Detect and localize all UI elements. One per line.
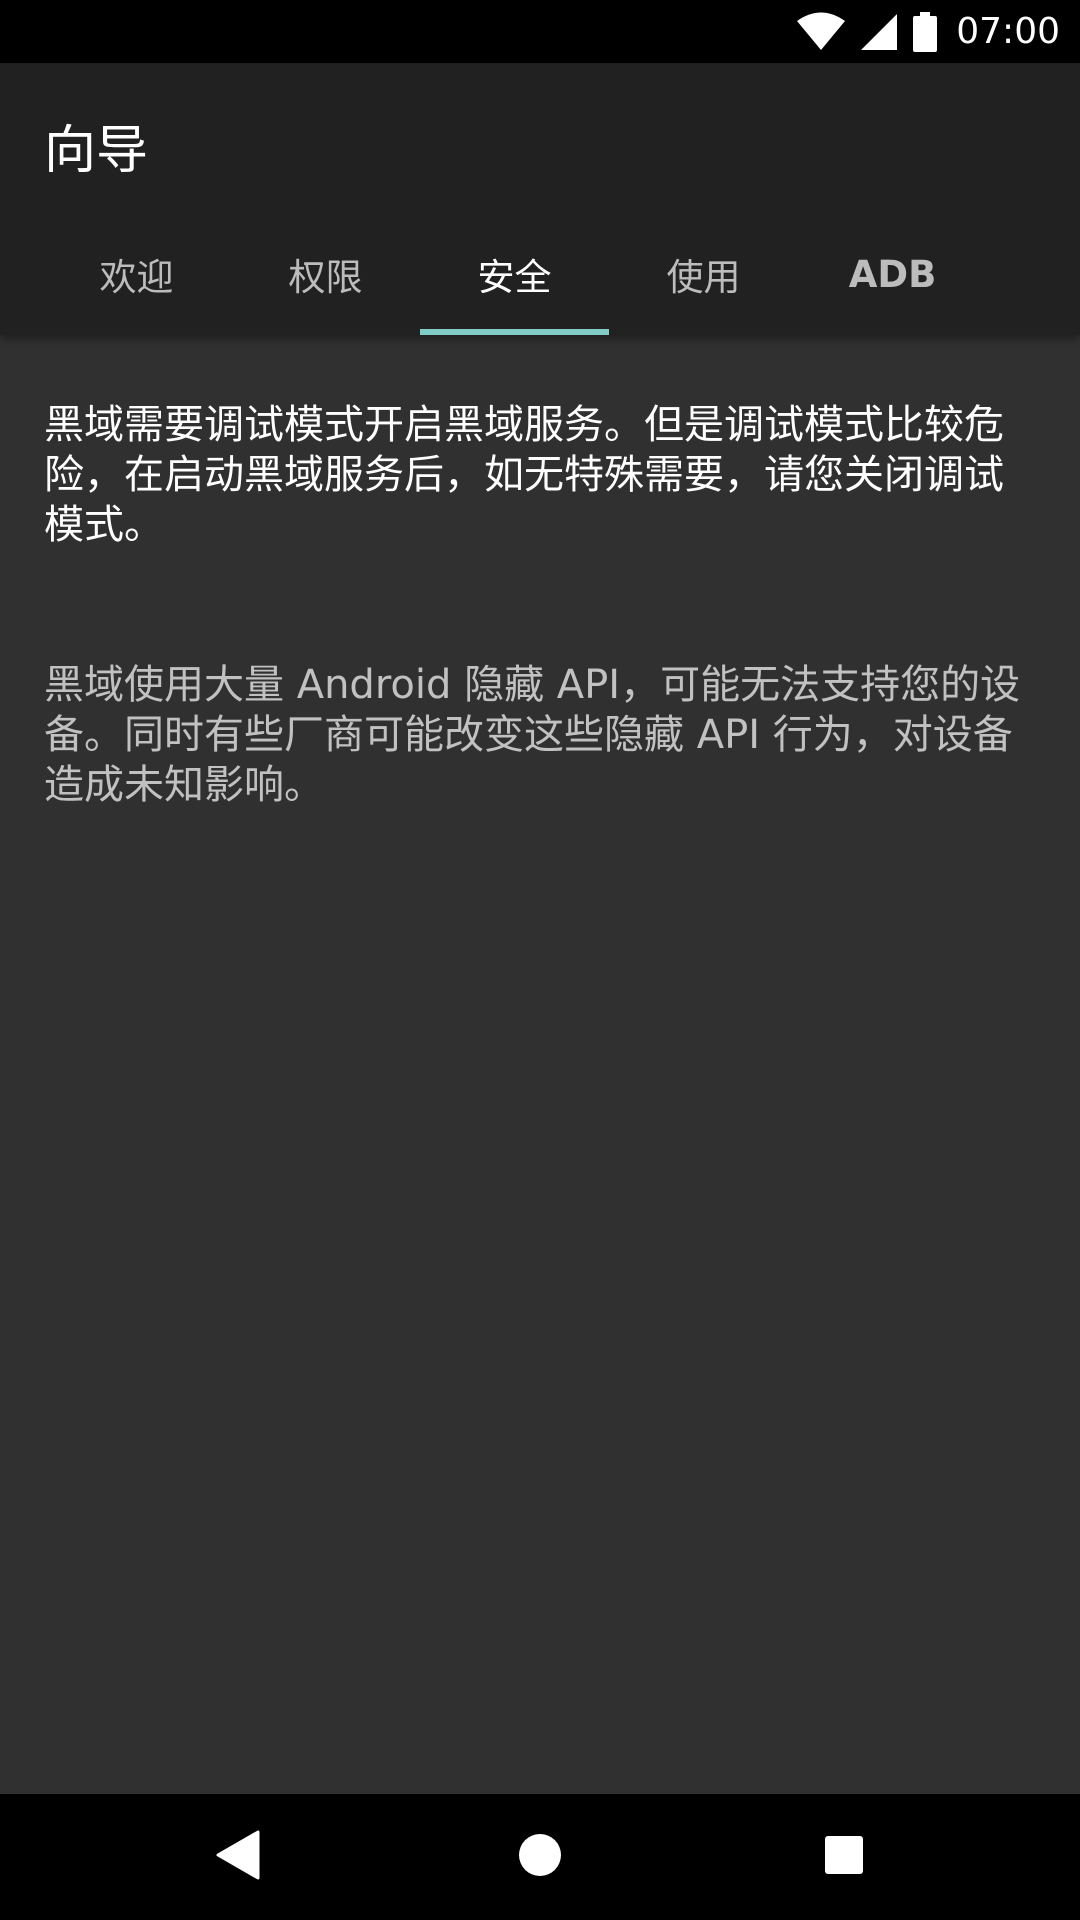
back-icon <box>216 1830 260 1884</box>
status-bar: 07:00 <box>0 0 1080 63</box>
tab-adb[interactable]: ADB <box>798 213 987 335</box>
tab-label: 安全 <box>477 256 552 299</box>
tab-label: 权限 <box>288 256 363 299</box>
app-bar: 向导 欢迎 权限 安全 使用 ADB <box>0 63 1080 335</box>
debug-mode-warning-text: 黑域需要调试模式开启黑域服务。但是调试模式比较危险，在启动黑域服务后，如无特殊需… <box>44 402 1004 548</box>
page-title: 向导 <box>44 121 149 181</box>
tab-permissions[interactable]: 权限 <box>231 213 420 335</box>
tab-security[interactable]: 安全 <box>420 213 609 335</box>
cell-signal-icon <box>860 13 898 51</box>
recents-button[interactable] <box>764 1794 924 1920</box>
content-area: 黑域需要调试模式开启黑域服务。但是调试模式比较危险，在启动黑域服务后，如无特殊需… <box>44 400 1040 810</box>
tab-bar: 欢迎 权限 安全 使用 ADB <box>42 213 987 335</box>
tab-usage[interactable]: 使用 <box>609 213 798 335</box>
back-button[interactable] <box>158 1794 318 1920</box>
tab-indicator <box>420 329 609 335</box>
home-button[interactable] <box>460 1794 620 1920</box>
tab-welcome[interactable]: 欢迎 <box>42 213 231 335</box>
tab-label: 使用 <box>666 256 741 299</box>
wifi-icon <box>796 12 846 52</box>
status-icons: 07:00 <box>796 0 1060 63</box>
hidden-api-warning-text: 黑域使用大量 Android 隐藏 API，可能无法支持您的设备。同时有些厂商可… <box>44 662 1021 808</box>
home-icon <box>518 1833 562 1881</box>
tab-label: 欢迎 <box>99 256 174 299</box>
battery-icon <box>912 11 938 52</box>
status-time: 07:00 <box>956 11 1060 52</box>
recents-icon <box>824 1835 864 1879</box>
tab-label: ADB <box>848 252 937 296</box>
navigation-bar <box>0 1794 1080 1920</box>
